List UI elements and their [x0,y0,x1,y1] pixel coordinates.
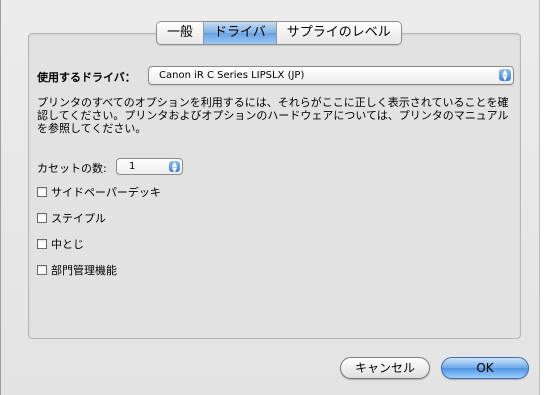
tab-general[interactable]: 一般 [157,22,205,44]
checkbox-label: 中とじ [51,238,84,251]
checkbox-icon [37,187,47,197]
checkbox-staple[interactable]: ステイプル [37,210,106,226]
tab-driver[interactable]: ドライバ [204,22,277,44]
description-line-1: プリンタのすべてのオプションを利用するには、それらがここに正しく表示されているこ… [37,96,509,109]
driver-popup[interactable]: Canon iR C Series LIPSLX (JP) ▲ ▼ [148,66,514,85]
checkbox-saddle-stitch[interactable]: 中とじ [37,236,84,252]
cassette-count-value: 1 [129,161,136,172]
checkbox-icon [37,239,47,249]
checkbox-side-paper-deck[interactable]: サイドペーパーデッキ [37,184,161,200]
cancel-button[interactable]: キャンセル [340,357,430,379]
checkbox-icon [37,213,47,223]
driver-popup-value: Canon iR C Series LIPSLX (JP) [159,70,305,81]
cassette-count-popup[interactable]: 1 ▲ ▼ [116,158,183,175]
updown-arrows-icon: ▲ ▼ [169,161,180,174]
checkbox-label: 部門管理機能 [51,264,117,277]
updown-arrows-icon: ▲ ▼ [499,69,511,82]
ok-button[interactable]: OK [441,357,529,379]
cassette-count-label: カセットの数: [37,162,107,175]
description-text: プリンタのすべてのオプションを利用するには、それらがここに正しく表示されているこ… [37,96,509,135]
window-left-edge [0,0,1,395]
tab-supply-levels[interactable]: サプライのレベル [276,22,401,44]
description-line-2: 認してください。プリンタおよびオプションのハードウェアについては、プリンタのマニ… [37,109,509,122]
driver-label: 使用するドライバ： [37,71,136,84]
checkbox-department-management[interactable]: 部門管理機能 [37,262,117,278]
tab-bar: 一般 ドライバ サプライのレベル [156,21,402,45]
checkbox-label: ステイプル [51,212,106,225]
window-right-edge [539,0,546,395]
checkbox-label: サイドペーパーデッキ [51,186,161,199]
description-line-3: を参照してください。 [37,122,147,135]
checkbox-icon [37,265,47,275]
